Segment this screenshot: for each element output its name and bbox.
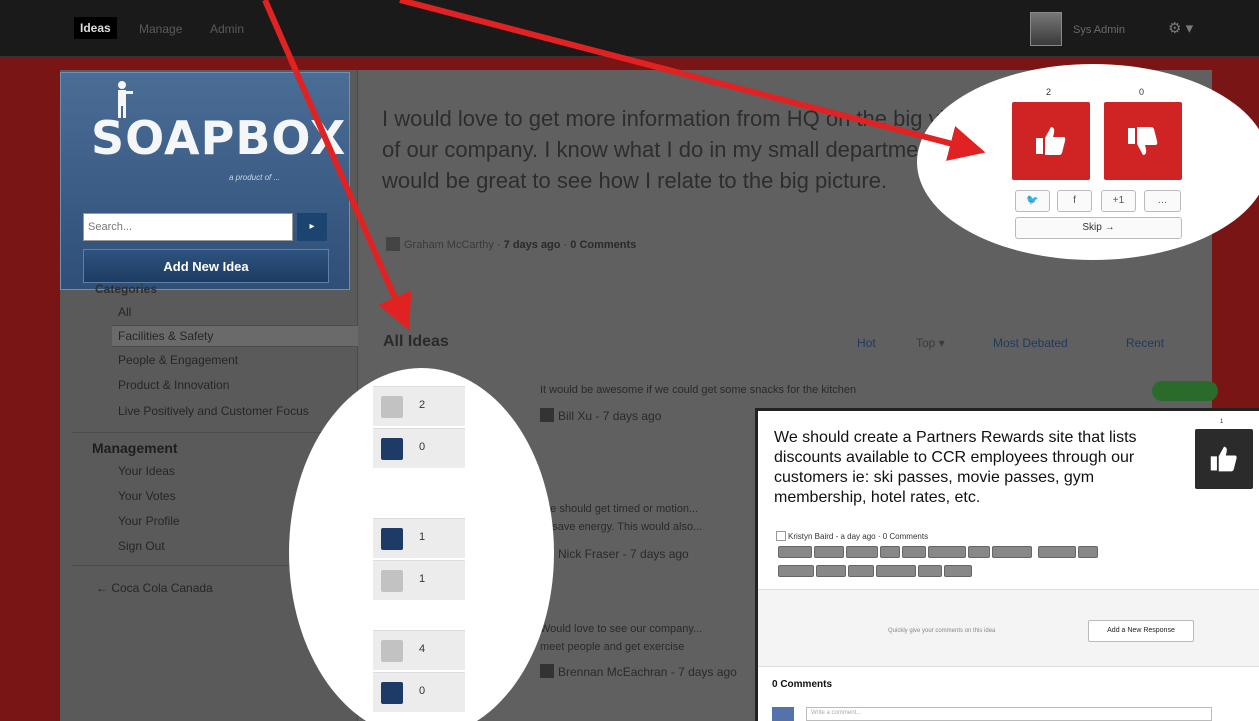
arrow-to-list	[262, 0, 412, 331]
annotation-arrows	[262, 0, 986, 331]
arrow-to-vote	[399, 0, 986, 161]
